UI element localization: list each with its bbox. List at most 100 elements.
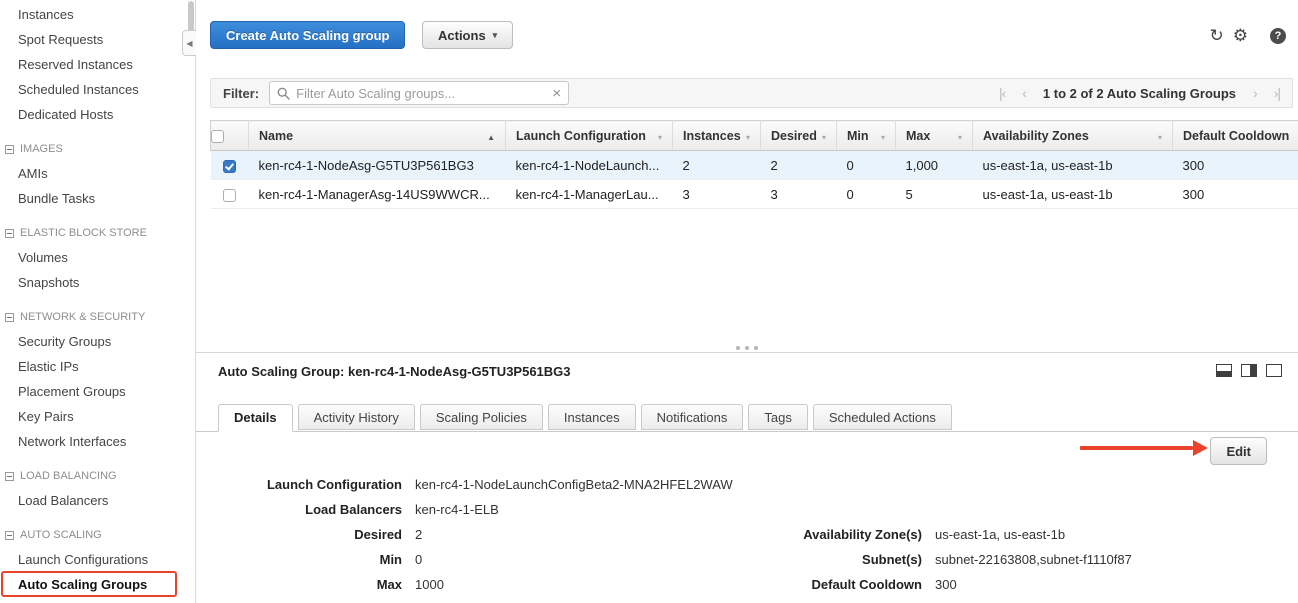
column-header-instances[interactable]: ▾Instances [673,121,761,151]
column-header-name[interactable]: ▲Name [249,121,506,151]
column-header-max[interactable]: ▾Max [896,121,973,151]
row-checkbox[interactable] [223,160,236,173]
column-label: Availability Zones [983,129,1089,143]
sidebar-section-label: ELASTIC BLOCK STORE [20,227,147,239]
column-header-default-cooldown[interactable]: Default Cooldown [1173,121,1298,151]
cell-min[interactable]: 0 [837,151,896,180]
filter-searchbox: × [269,81,569,105]
settings-gear-icon[interactable]: ⚙ [1233,27,1248,44]
tab-notifications[interactable]: Notifications [641,404,744,430]
previous-page-button[interactable]: ‹ [1022,85,1026,101]
sidebar-item-spot-requests[interactable]: Spot Requests [0,27,195,52]
full-view-icon[interactable] [1266,364,1282,377]
sidebar-section-load-balancing[interactable]: LOAD BALANCING [0,464,195,488]
sidebar-section-images[interactable]: IMAGES [0,137,195,161]
sidebar-item-amis[interactable]: AMIs [0,161,195,186]
sidebar-item-snapshots[interactable]: Snapshots [0,270,195,295]
tab-details[interactable]: Details [218,404,293,432]
cell-launch-configuration[interactable]: ken-rc4-1-NodeLaunch... [506,151,673,180]
tab-activity-history[interactable]: Activity History [298,404,415,430]
cell-name[interactable]: ken-rc4-1-NodeAsg-G5TU3P561BG3 [249,151,506,180]
toolbar-icons: ↻ ⚙ ? [1210,27,1287,44]
row-select-cell[interactable] [211,180,249,209]
cell-desired[interactable]: 3 [761,180,837,209]
sidebar-item-dedicated-hosts[interactable]: Dedicated Hosts [0,102,195,127]
tab-scheduled-actions[interactable]: Scheduled Actions [813,404,952,430]
cell-default-cooldown[interactable]: 300 [1173,180,1298,209]
sidebar-item-scheduled-instances[interactable]: Scheduled Instances [0,77,195,102]
sidebar-item-launch-configurations[interactable]: Launch Configurations [0,547,195,572]
cell-instances[interactable]: 2 [673,151,761,180]
column-header-min[interactable]: ▾Min [837,121,896,151]
sidebar-item-volumes[interactable]: Volumes [0,245,195,270]
split-bottom-view-icon[interactable] [1216,364,1232,377]
next-page-button[interactable]: › [1253,85,1257,101]
annotation-arrow [1080,440,1208,456]
filter-input[interactable] [296,86,546,101]
table-row-manager-asg[interactable]: ken-rc4-1-ManagerAsg-14US9WWCR... ken-rc… [211,180,1298,209]
sidebar-item-load-balancers[interactable]: Load Balancers [0,488,195,513]
column-header-launch-configuration[interactable]: ▾Launch Configuration [506,121,673,151]
tab-instances[interactable]: Instances [548,404,636,430]
section-collapse-icon[interactable] [5,472,14,481]
clear-filter-icon[interactable]: × [552,86,561,101]
sidebar-item-instances[interactable]: Instances [0,2,195,27]
cell-instances[interactable]: 3 [673,180,761,209]
pagination: |‹ ‹ 1 to 2 of 2 Auto Scaling Groups › ›… [999,85,1292,101]
cell-launch-configuration[interactable]: ken-rc4-1-ManagerLau... [506,180,673,209]
create-auto-scaling-group-button[interactable]: Create Auto Scaling group [210,21,405,49]
column-header-desired[interactable]: ▾Desired [761,121,837,151]
select-all-checkbox[interactable] [211,130,224,143]
split-right-view-icon[interactable] [1241,364,1257,377]
refresh-icon[interactable]: ↻ [1210,27,1224,44]
sidebar-item-auto-scaling-groups[interactable]: Auto Scaling Groups [0,572,195,597]
section-collapse-icon[interactable] [5,313,14,322]
first-page-button[interactable]: |‹ [999,85,1005,101]
edit-button[interactable]: Edit [1210,437,1267,465]
cell-availability-zones[interactable]: us-east-1a, us-east-1b [973,180,1173,209]
actions-button-label: Actions [438,28,486,43]
sidebar-item-bundle-tasks[interactable]: Bundle Tasks [0,186,195,211]
sidebar-section-auto-scaling[interactable]: AUTO SCALING [0,523,195,547]
search-icon [277,87,290,100]
cell-max[interactable]: 5 [896,180,973,209]
field-label: Placement Group [776,597,922,603]
chevron-down-icon: ▾ [493,30,498,41]
annotation-arrow-line [1080,446,1193,450]
details-panel: Auto Scaling Group: ken-rc4-1-NodeAsg-G5… [196,353,1298,603]
sidebar-nav: Instances Spot Requests Reserved Instanc… [0,0,195,597]
tab-scaling-policies[interactable]: Scaling Policies [420,404,543,430]
last-page-button[interactable]: ›| [1274,85,1280,101]
row-select-cell[interactable] [211,151,249,180]
select-all-cell[interactable] [211,121,249,151]
sidebar-item-network-interfaces[interactable]: Network Interfaces [0,429,195,454]
section-collapse-icon[interactable] [5,145,14,154]
checkmark-icon [225,161,234,170]
sidebar-item-security-groups[interactable]: Security Groups [0,329,195,354]
cell-availability-zones[interactable]: us-east-1a, us-east-1b [973,151,1173,180]
sidebar-item-reserved-instances[interactable]: Reserved Instances [0,52,195,77]
sidebar-item-key-pairs[interactable]: Key Pairs [0,404,195,429]
tab-tags[interactable]: Tags [748,404,807,430]
table-row-node-asg[interactable]: ken-rc4-1-NodeAsg-G5TU3P561BG3 ken-rc4-1… [211,151,1298,180]
cell-desired[interactable]: 2 [761,151,837,180]
cell-name[interactable]: ken-rc4-1-ManagerAsg-14US9WWCR... [249,180,506,209]
column-label: Launch Configuration [516,129,646,143]
sidebar-collapse-button[interactable]: ◀ [182,30,196,56]
section-collapse-icon[interactable] [5,531,14,540]
column-header-availability-zones[interactable]: ▾Availability Zones [973,121,1173,151]
sidebar-item-placement-groups[interactable]: Placement Groups [0,379,195,404]
actions-button[interactable]: Actions ▾ [422,21,513,49]
splitter-drag-handle[interactable] [730,344,764,352]
sidebar-section-elastic-block-store[interactable]: ELASTIC BLOCK STORE [0,221,195,245]
help-icon[interactable]: ? [1270,28,1286,44]
row-checkbox[interactable] [223,189,236,202]
sidebar-section-network-security[interactable]: NETWORK & SECURITY [0,305,195,329]
section-collapse-icon[interactable] [5,229,14,238]
sidebar-item-elastic-ips[interactable]: Elastic IPs [0,354,195,379]
cell-max[interactable]: 1,000 [896,151,973,180]
sort-icon: ▾ [746,133,750,142]
sidebar-section-label: IMAGES [20,143,63,155]
cell-default-cooldown[interactable]: 300 [1173,151,1298,180]
cell-min[interactable]: 0 [837,180,896,209]
